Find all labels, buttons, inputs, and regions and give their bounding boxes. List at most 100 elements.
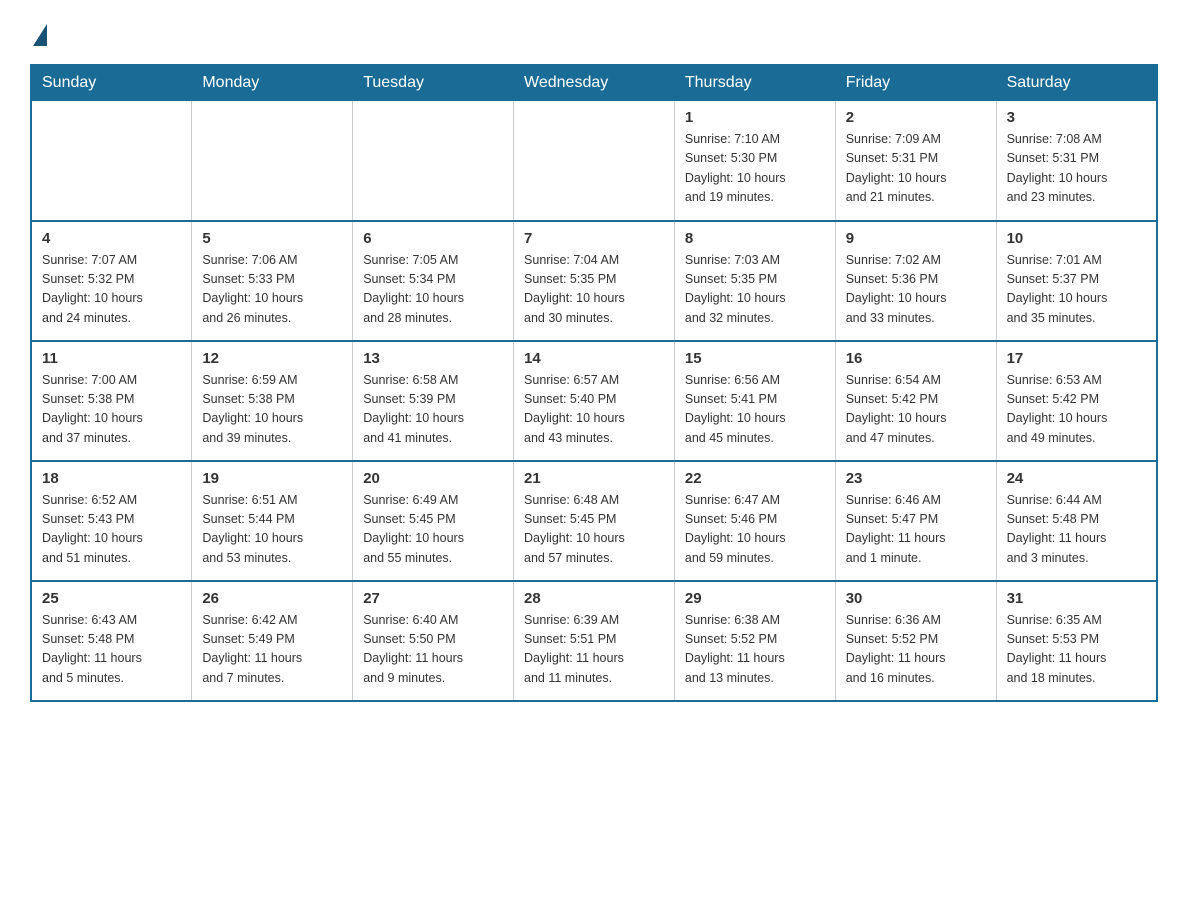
day-info: Sunrise: 7:00 AM Sunset: 5:38 PM Dayligh… [42,371,181,449]
calendar-cell: 25 Sunrise: 6:43 AM Sunset: 5:48 PM Dayli… [31,581,192,701]
day-info: Sunrise: 7:07 AM Sunset: 5:32 PM Dayligh… [42,251,181,329]
calendar-cell: 27 Sunrise: 6:40 AM Sunset: 5:50 PM Dayli… [353,581,514,701]
day-header-tuesday: Tuesday [353,65,514,101]
calendar-cell [192,101,353,221]
calendar-week-row: 18 Sunrise: 6:52 AM Sunset: 5:43 PM Dayli… [31,461,1157,581]
page-header [30,20,1158,46]
day-number: 2 [846,109,986,126]
day-header-wednesday: Wednesday [514,65,675,101]
calendar-cell: 17 Sunrise: 6:53 AM Sunset: 5:42 PM Dayli… [996,341,1157,461]
logo [30,20,47,46]
day-info: Sunrise: 6:51 AM Sunset: 5:44 PM Dayligh… [202,491,342,569]
day-header-saturday: Saturday [996,65,1157,101]
day-number: 30 [846,590,986,607]
day-number: 17 [1007,350,1146,367]
day-number: 26 [202,590,342,607]
calendar-cell: 28 Sunrise: 6:39 AM Sunset: 5:51 PM Dayli… [514,581,675,701]
day-info: Sunrise: 7:01 AM Sunset: 5:37 PM Dayligh… [1007,251,1146,329]
day-number: 19 [202,470,342,487]
day-header-friday: Friday [835,65,996,101]
calendar-cell: 3Sunrise: 7:08 AM Sunset: 5:31 PM Daylig… [996,101,1157,221]
calendar-cell: 6Sunrise: 7:05 AM Sunset: 5:34 PM Daylig… [353,221,514,341]
day-info: Sunrise: 6:53 AM Sunset: 5:42 PM Dayligh… [1007,371,1146,449]
day-info: Sunrise: 6:40 AM Sunset: 5:50 PM Dayligh… [363,611,503,689]
calendar-cell: 29Sunrise: 6:38 AM Sunset: 5:52 PM Dayli… [674,581,835,701]
calendar-cell: 11 Sunrise: 7:00 AM Sunset: 5:38 PM Dayli… [31,341,192,461]
calendar-week-row: 4 Sunrise: 7:07 AM Sunset: 5:32 PM Daylig… [31,221,1157,341]
day-info: Sunrise: 6:59 AM Sunset: 5:38 PM Dayligh… [202,371,342,449]
calendar-cell: 31 Sunrise: 6:35 AM Sunset: 5:53 PM Dayli… [996,581,1157,701]
calendar-cell: 24 Sunrise: 6:44 AM Sunset: 5:48 PM Dayli… [996,461,1157,581]
day-header-sunday: Sunday [31,65,192,101]
day-info: Sunrise: 6:38 AM Sunset: 5:52 PM Dayligh… [685,611,825,689]
calendar-cell [353,101,514,221]
calendar-cell: 5 Sunrise: 7:06 AM Sunset: 5:33 PM Daylig… [192,221,353,341]
day-info: Sunrise: 6:56 AM Sunset: 5:41 PM Dayligh… [685,371,825,449]
day-number: 22 [685,470,825,487]
day-info: Sunrise: 6:54 AM Sunset: 5:42 PM Dayligh… [846,371,986,449]
day-number: 4 [42,230,181,247]
calendar-week-row: 25 Sunrise: 6:43 AM Sunset: 5:48 PM Dayli… [31,581,1157,701]
day-number: 23 [846,470,986,487]
calendar-table: SundayMondayTuesdayWednesdayThursdayFrid… [30,64,1158,702]
day-info: Sunrise: 6:42 AM Sunset: 5:49 PM Dayligh… [202,611,342,689]
day-info: Sunrise: 7:03 AM Sunset: 5:35 PM Dayligh… [685,251,825,329]
day-number: 11 [42,350,181,367]
calendar-cell: 19 Sunrise: 6:51 AM Sunset: 5:44 PM Dayli… [192,461,353,581]
day-info: Sunrise: 6:49 AM Sunset: 5:45 PM Dayligh… [363,491,503,569]
day-info: Sunrise: 7:02 AM Sunset: 5:36 PM Dayligh… [846,251,986,329]
calendar-cell [514,101,675,221]
day-number: 28 [524,590,664,607]
calendar-cell: 13Sunrise: 6:58 AM Sunset: 5:39 PM Dayli… [353,341,514,461]
day-number: 27 [363,590,503,607]
calendar-cell: 4 Sunrise: 7:07 AM Sunset: 5:32 PM Daylig… [31,221,192,341]
calendar-cell [31,101,192,221]
calendar-cell: 15 Sunrise: 6:56 AM Sunset: 5:41 PM Dayli… [674,341,835,461]
calendar-cell: 7 Sunrise: 7:04 AM Sunset: 5:35 PM Daylig… [514,221,675,341]
calendar-cell: 9 Sunrise: 7:02 AM Sunset: 5:36 PM Daylig… [835,221,996,341]
day-info: Sunrise: 6:39 AM Sunset: 5:51 PM Dayligh… [524,611,664,689]
day-number: 25 [42,590,181,607]
calendar-cell: 14 Sunrise: 6:57 AM Sunset: 5:40 PM Dayli… [514,341,675,461]
day-number: 14 [524,350,664,367]
day-number: 12 [202,350,342,367]
day-number: 18 [42,470,181,487]
day-info: Sunrise: 7:08 AM Sunset: 5:31 PM Dayligh… [1007,130,1146,208]
day-number: 8 [685,230,825,247]
day-info: Sunrise: 6:57 AM Sunset: 5:40 PM Dayligh… [524,371,664,449]
day-info: Sunrise: 6:35 AM Sunset: 5:53 PM Dayligh… [1007,611,1146,689]
day-header-thursday: Thursday [674,65,835,101]
day-info: Sunrise: 6:52 AM Sunset: 5:43 PM Dayligh… [42,491,181,569]
day-info: Sunrise: 6:43 AM Sunset: 5:48 PM Dayligh… [42,611,181,689]
day-header-monday: Monday [192,65,353,101]
day-info: Sunrise: 7:06 AM Sunset: 5:33 PM Dayligh… [202,251,342,329]
calendar-cell: 8 Sunrise: 7:03 AM Sunset: 5:35 PM Daylig… [674,221,835,341]
day-number: 16 [846,350,986,367]
day-info: Sunrise: 6:46 AM Sunset: 5:47 PM Dayligh… [846,491,986,569]
calendar-cell: 21Sunrise: 6:48 AM Sunset: 5:45 PM Dayli… [514,461,675,581]
day-info: Sunrise: 7:09 AM Sunset: 5:31 PM Dayligh… [846,130,986,208]
day-info: Sunrise: 6:58 AM Sunset: 5:39 PM Dayligh… [363,371,503,449]
day-number: 15 [685,350,825,367]
logo-triangle-icon [33,24,47,46]
day-number: 7 [524,230,664,247]
calendar-cell: 2 Sunrise: 7:09 AM Sunset: 5:31 PM Daylig… [835,101,996,221]
day-number: 31 [1007,590,1146,607]
day-info: Sunrise: 6:36 AM Sunset: 5:52 PM Dayligh… [846,611,986,689]
day-info: Sunrise: 6:48 AM Sunset: 5:45 PM Dayligh… [524,491,664,569]
day-number: 24 [1007,470,1146,487]
calendar-cell: 16 Sunrise: 6:54 AM Sunset: 5:42 PM Dayli… [835,341,996,461]
day-number: 5 [202,230,342,247]
day-info: Sunrise: 6:44 AM Sunset: 5:48 PM Dayligh… [1007,491,1146,569]
calendar-cell: 12 Sunrise: 6:59 AM Sunset: 5:38 PM Dayli… [192,341,353,461]
day-number: 1 [685,109,825,126]
day-number: 9 [846,230,986,247]
day-number: 10 [1007,230,1146,247]
calendar-cell: 18 Sunrise: 6:52 AM Sunset: 5:43 PM Dayli… [31,461,192,581]
calendar-cell: 22Sunrise: 6:47 AM Sunset: 5:46 PM Dayli… [674,461,835,581]
calendar-cell: 10 Sunrise: 7:01 AM Sunset: 5:37 PM Dayli… [996,221,1157,341]
day-info: Sunrise: 7:04 AM Sunset: 5:35 PM Dayligh… [524,251,664,329]
day-number: 6 [363,230,503,247]
calendar-cell: 23 Sunrise: 6:46 AM Sunset: 5:47 PM Dayli… [835,461,996,581]
calendar-cell: 26 Sunrise: 6:42 AM Sunset: 5:49 PM Dayli… [192,581,353,701]
